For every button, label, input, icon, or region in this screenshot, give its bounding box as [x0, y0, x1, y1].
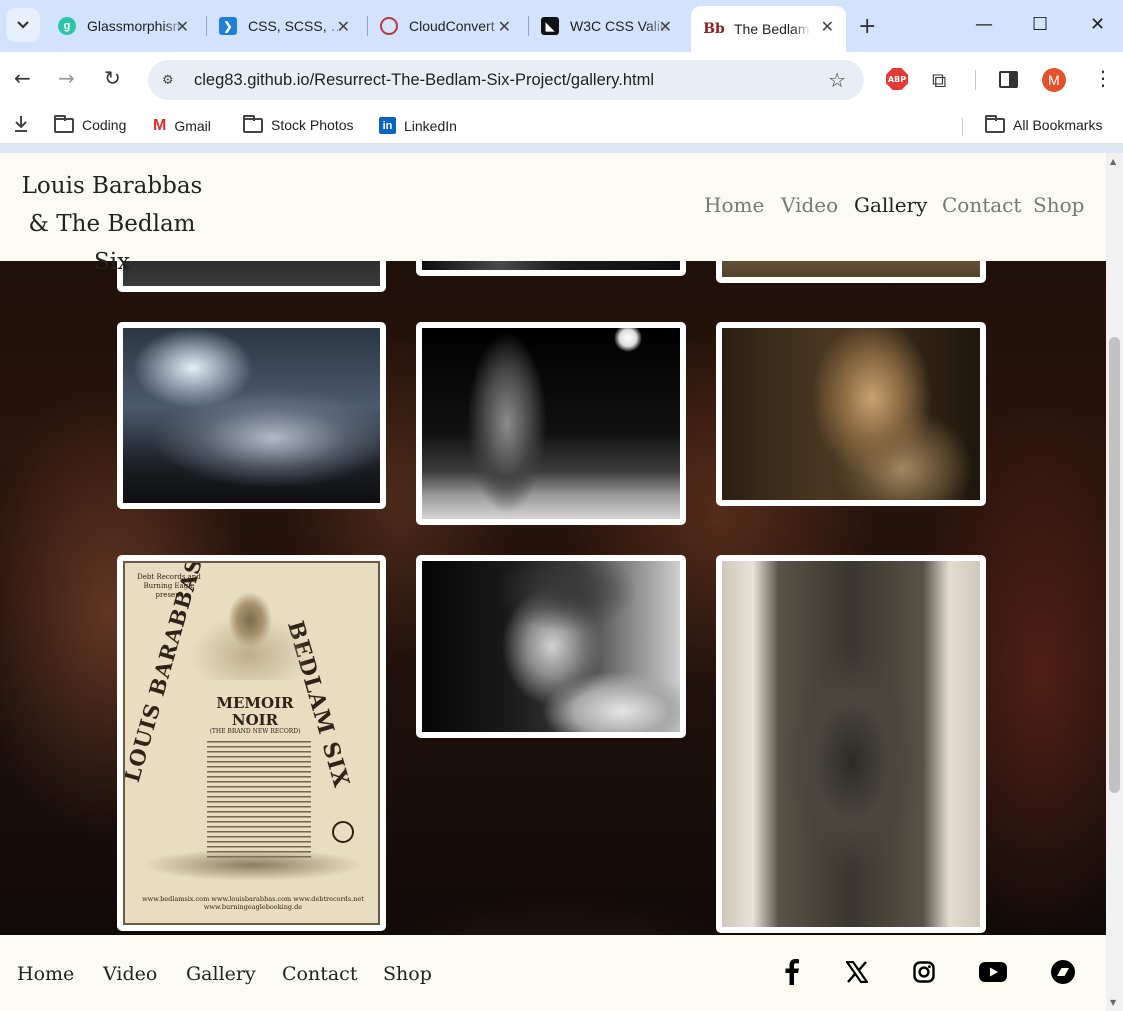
tab-search-button[interactable]	[6, 8, 40, 42]
bookmarks-bar: Coding M Gmail Stock Photos in LinkedIn …	[0, 108, 1123, 144]
gallery-photo-singer-microphone[interactable]	[416, 555, 686, 738]
tab-title: CloudConvert	[409, 18, 495, 34]
folder-icon	[985, 114, 1005, 133]
bookmark-stock-photos[interactable]: Stock Photos	[243, 114, 354, 133]
close-icon[interactable]: ✕	[337, 17, 350, 37]
profile-avatar[interactable]: M	[1042, 68, 1066, 92]
folder-icon	[54, 114, 74, 133]
downloads-icon[interactable]	[14, 115, 28, 133]
toolbar-divider	[975, 70, 976, 90]
folder-icon	[243, 114, 263, 133]
poster-album-title: MEMOIR NOIR	[216, 694, 294, 729]
nav-video[interactable]: Video	[781, 193, 838, 217]
tab-bedlam-six[interactable]: Bb The Bedlam Six ✕	[691, 6, 846, 52]
maximize-icon[interactable]: ☐	[1032, 14, 1048, 35]
bandcamp-icon[interactable]	[1050, 957, 1076, 987]
bookmark-label: Gmail	[174, 118, 211, 134]
menu-kebab-icon[interactable]: ⋮	[1093, 66, 1113, 90]
bookmark-label: All Bookmarks	[1013, 117, 1103, 133]
footer-link-video[interactable]: Video	[103, 963, 157, 985]
poster-tour-dates	[207, 741, 311, 859]
tab-title: The Bedlam Six	[734, 21, 810, 37]
tab-cloudconvert[interactable]: CloudConvert ✕	[366, 6, 529, 46]
scroll-up-arrow-icon[interactable]: ▲	[1110, 157, 1116, 166]
poster-label-logo	[332, 821, 354, 843]
tab-strip: g Glassmorphism ✕ ❯ CSS, SCSS, … ✕ Cloud…	[0, 0, 1123, 52]
gmail-icon: M	[153, 117, 167, 134]
site-brand[interactable]: Louis Barabbas & The Bedlam Six	[12, 167, 212, 281]
tab-title: Glassmorphism	[87, 18, 185, 34]
vscode-favicon: ❯	[219, 17, 237, 35]
forward-arrow-icon[interactable]: →	[58, 66, 75, 90]
gallery-photo-keyboard-singer[interactable]	[416, 322, 686, 525]
gallery-photo-guitarist[interactable]	[716, 322, 986, 506]
address-bar[interactable]: ⚙ cleg83.github.io/Resurrect-The-Bedlam-…	[148, 60, 864, 100]
bookmark-label: LinkedIn	[404, 117, 457, 134]
page-scrollbar[interactable]: ▲ ▼	[1106, 153, 1123, 1011]
youtube-icon[interactable]	[978, 957, 1008, 987]
cloudconvert-favicon	[380, 17, 398, 35]
poster-album-sub: (THE BRAND NEW RECORD)	[209, 728, 301, 735]
gallery-photo-stage-concert[interactable]	[117, 322, 386, 509]
brand-line-2: & The Bedlam Six	[28, 211, 196, 275]
w3c-favicon: ◣	[541, 17, 559, 35]
side-panel-icon[interactable]	[999, 71, 1018, 88]
bedlam-favicon: Bb	[703, 21, 725, 37]
linkedin-icon: in	[379, 117, 396, 134]
page-viewport: Debt Records and Burning Eagle present L…	[0, 153, 1106, 1011]
bookmark-label: Stock Photos	[271, 117, 354, 133]
nav-gallery[interactable]: Gallery	[854, 193, 927, 217]
chevron-down-icon	[17, 21, 29, 29]
bookmark-coding[interactable]: Coding	[54, 114, 127, 133]
footer-link-shop[interactable]: Shop	[383, 963, 432, 985]
tab-title: W3C CSS Validator	[570, 18, 668, 34]
tab-glassmorphism[interactable]: g Glassmorphism ✕	[44, 6, 207, 46]
x-twitter-icon[interactable]	[844, 957, 870, 987]
url-text[interactable]: cleg83.github.io/Resurrect-The-Bedlam-Si…	[194, 71, 654, 90]
glassmorphism-favicon: g	[58, 17, 76, 35]
footer-link-gallery[interactable]: Gallery	[186, 963, 256, 985]
site-footer: Home Video Gallery Contact Shop	[0, 935, 1106, 1011]
tab-w3c-validator[interactable]: ◣ W3C CSS Validator ✕	[527, 6, 690, 46]
scrollbar-thumb[interactable]	[1109, 337, 1120, 793]
nav-contact[interactable]: Contact	[942, 193, 1021, 217]
bookmarks-divider	[962, 118, 963, 136]
bookmark-label: Coding	[82, 117, 127, 133]
gallery-photo-memoir-noir-poster[interactable]: Debt Records and Burning Eagle present L…	[117, 555, 386, 931]
poster-websites: www.bedlamsix.com www.louisbarabbas.com …	[142, 895, 364, 911]
browser-toolbar: ← → ↻ ⚙ cleg83.github.io/Resurrect-The-B…	[0, 52, 1123, 108]
poster-hound-illustration	[133, 843, 373, 883]
nav-shop[interactable]: Shop	[1033, 193, 1084, 217]
nav-home[interactable]: Home	[704, 193, 764, 217]
tab-css-scss[interactable]: ❯ CSS, SCSS, … ✕	[205, 6, 368, 46]
instagram-icon[interactable]	[911, 957, 937, 987]
close-icon[interactable]: ✕	[498, 17, 511, 37]
tab-title: CSS, SCSS, …	[248, 18, 345, 34]
extensions-puzzle-icon[interactable]: ⧉	[932, 68, 946, 92]
site-header: Louis Barabbas & The Bedlam Six Home Vid…	[0, 153, 1106, 275]
close-icon[interactable]: ✕	[176, 17, 189, 37]
close-icon[interactable]: ✕	[821, 17, 834, 37]
bookmark-star-icon[interactable]: ☆	[828, 68, 846, 92]
footer-link-home[interactable]: Home	[17, 963, 74, 985]
bookmark-linkedin[interactable]: in LinkedIn	[379, 117, 457, 134]
poster-illustration	[185, 585, 315, 680]
all-bookmarks[interactable]: All Bookmarks	[985, 114, 1103, 133]
close-icon[interactable]: ✕	[659, 17, 672, 37]
scroll-down-arrow-icon[interactable]: ▼	[1110, 998, 1116, 1007]
back-arrow-icon[interactable]: ←	[14, 66, 31, 90]
reload-icon[interactable]: ↻	[104, 66, 121, 90]
facebook-icon[interactable]	[780, 957, 804, 987]
minimize-icon[interactable]: —	[975, 14, 993, 35]
window-close-icon[interactable]: ✕	[1090, 14, 1105, 35]
gallery-photo-band-group[interactable]	[716, 555, 986, 933]
footer-link-contact[interactable]: Contact	[282, 963, 357, 985]
new-tab-button[interactable]: +	[858, 14, 876, 39]
brand-line-1: Louis Barabbas	[21, 173, 203, 199]
bookmark-gmail[interactable]: M Gmail	[153, 117, 211, 135]
site-info-icon[interactable]: ⚙	[162, 73, 180, 88]
